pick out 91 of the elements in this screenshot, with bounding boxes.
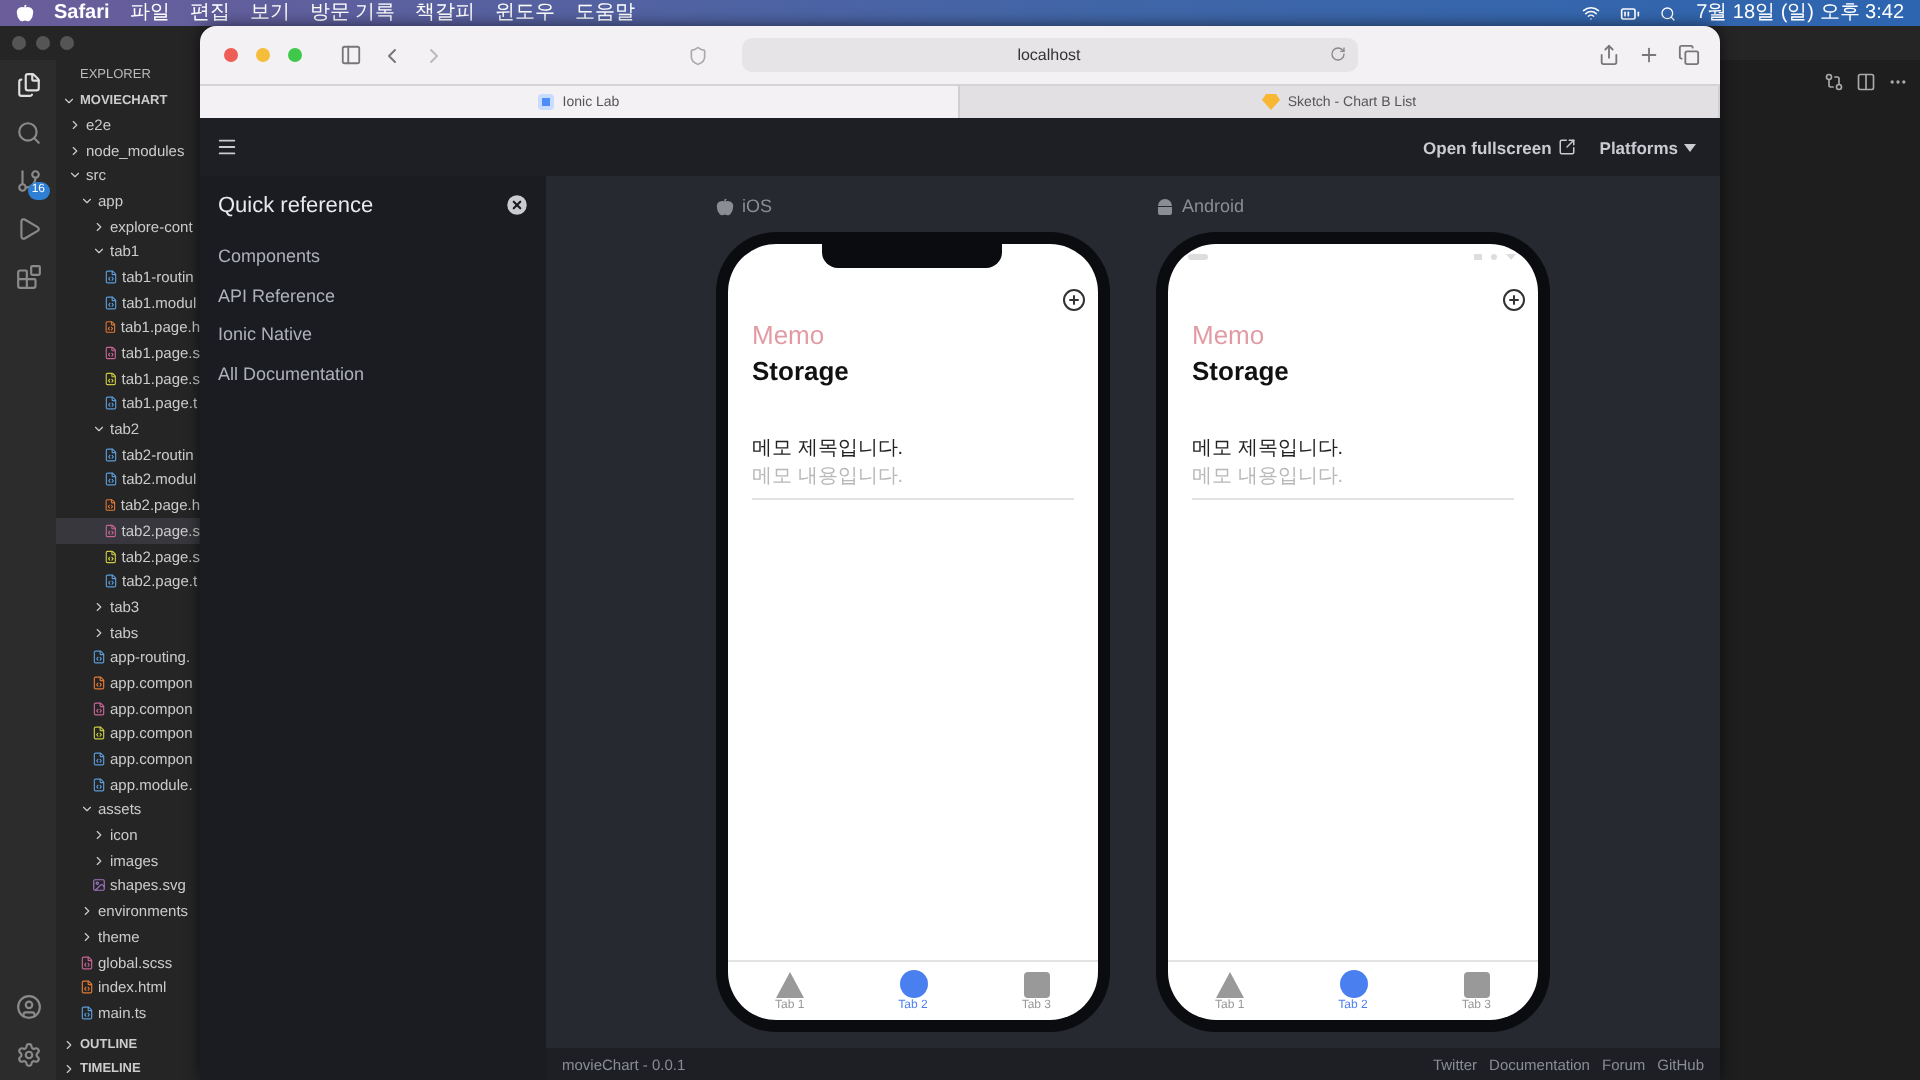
code-file-icon: [92, 777, 106, 792]
close-button[interactable]: [504, 192, 530, 218]
code-file-icon: [92, 701, 106, 716]
square-icon: [1023, 971, 1050, 997]
tabs-icon[interactable]: [1678, 44, 1700, 66]
menu-item[interactable]: 방문 기록: [309, 0, 396, 26]
menu-item[interactable]: 도움말: [575, 0, 636, 26]
diamond-favicon-icon: [1261, 94, 1280, 110]
triangle-icon: [775, 971, 804, 997]
code-file-icon: [92, 726, 106, 741]
memo-item[interactable]: 메모 제목입니다. 메모 내용입니다.: [752, 434, 1074, 500]
code-file-icon: [104, 498, 117, 513]
sidebar-link[interactable]: API Reference: [218, 277, 530, 316]
page-heading: Storage: [1192, 356, 1291, 386]
page-heading: Storage: [752, 356, 851, 386]
code-file-icon: [92, 675, 106, 690]
menu-item[interactable]: 보기: [249, 0, 290, 26]
reload-icon[interactable]: [1329, 46, 1345, 62]
code-file-icon: [80, 955, 94, 970]
triangle-icon: [1215, 971, 1244, 997]
address-bar[interactable]: localhost: [741, 38, 1357, 72]
code-file-icon: [104, 269, 118, 284]
run-button[interactable]: [15, 216, 41, 242]
code-file-icon: [104, 346, 118, 361]
memo-body: 메모 내용입니다.: [752, 464, 906, 490]
code-file-icon: [104, 295, 118, 310]
window-dot[interactable]: [36, 36, 50, 50]
search-button[interactable]: [15, 120, 41, 146]
compare-icon[interactable]: [1824, 72, 1844, 92]
add-icon[interactable]: [1062, 288, 1086, 312]
ionic-favicon-icon: [538, 94, 555, 110]
code-file-icon: [104, 371, 118, 386]
platform-label: Android: [1182, 196, 1245, 216]
code-file-icon: [104, 320, 117, 335]
code-file-icon: [80, 1005, 94, 1020]
code-file-icon: [104, 447, 118, 462]
sidebar-link[interactable]: All Documentation: [218, 355, 530, 394]
memo-title: 메모 제목입니다.: [1192, 436, 1346, 462]
split-icon[interactable]: [1856, 72, 1876, 92]
window-dot[interactable]: [12, 36, 26, 50]
apple-icon[interactable]: [16, 4, 34, 22]
chevron-icon: [92, 422, 106, 437]
window-dot[interactable]: [60, 36, 74, 50]
menu-item[interactable]: 윈도우: [495, 0, 556, 26]
menu-item[interactable]: 책갈피: [415, 0, 476, 26]
android-icon: [1156, 196, 1174, 216]
minimize-dot[interactable]: [256, 48, 270, 62]
circle-icon: [899, 970, 927, 998]
search-icon[interactable]: [1660, 5, 1677, 21]
add-icon[interactable]: [1502, 288, 1526, 312]
open-fullscreen-link[interactable]: Open fullscreen: [1423, 137, 1576, 157]
clock[interactable]: 7월 18일 (일) 오후 3:42: [1696, 0, 1904, 26]
extensions-button[interactable]: [15, 264, 41, 290]
code-file-icon: [104, 523, 118, 538]
memo-body: 메모 내용입니다.: [1192, 464, 1346, 490]
apple-icon: [716, 197, 734, 215]
zoom-dot[interactable]: [288, 48, 302, 62]
memo-item[interactable]: 메모 제목입니다. 메모 내용입니다.: [1192, 434, 1514, 500]
caret-icon: [1684, 143, 1696, 151]
code-file-icon: [92, 752, 106, 767]
platform-label: iOS: [742, 196, 773, 216]
sidebar-title: Quick reference: [218, 193, 374, 217]
explorer-button[interactable]: [15, 72, 41, 98]
battery-icon[interactable]: [1620, 3, 1641, 23]
page-title: Memo: [1192, 320, 1267, 350]
menu-item[interactable]: 편집: [189, 0, 230, 26]
menu-item[interactable]: 파일: [129, 0, 170, 26]
memo-title: 메모 제목입니다.: [752, 436, 906, 462]
platforms-dropdown[interactable]: Platforms: [1599, 137, 1696, 157]
circle-icon: [1339, 970, 1367, 998]
close-dot[interactable]: [224, 48, 238, 62]
code-file-icon: [80, 980, 94, 995]
code-file-icon: [92, 650, 106, 665]
settings-button[interactable]: [15, 1042, 41, 1068]
wifi-icon[interactable]: [1582, 4, 1601, 22]
external-link-icon: [1557, 138, 1576, 156]
account-button[interactable]: [15, 994, 41, 1020]
page-title: Memo: [752, 320, 827, 350]
image-file-icon: [92, 878, 106, 893]
menu-button[interactable]: [216, 136, 238, 158]
code-file-icon: [104, 396, 118, 411]
code-file-icon: [104, 472, 118, 487]
sidebar-icon[interactable]: [340, 44, 362, 66]
square-icon: [1463, 971, 1490, 997]
sidebar-link[interactable]: Ionic Native: [218, 316, 530, 355]
new-tab-icon[interactable]: [1638, 44, 1660, 66]
share-icon[interactable]: [1598, 44, 1620, 66]
code-file-icon: [104, 549, 118, 564]
app-menu[interactable]: Safari: [54, 0, 110, 26]
code-file-icon: [104, 574, 118, 589]
sidebar-link[interactable]: Components: [218, 238, 530, 277]
